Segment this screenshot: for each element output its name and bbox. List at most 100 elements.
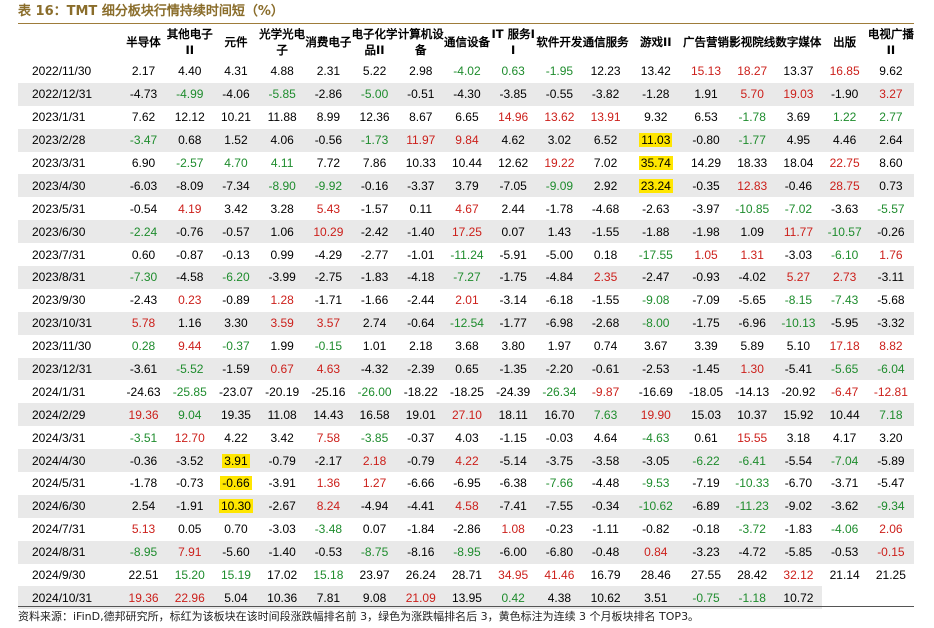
table-cell: 19.22: [544, 156, 575, 170]
table-cell: 1.99: [270, 339, 294, 354]
table-cell: 9.62: [879, 64, 903, 79]
table-cell: 10.29: [305, 220, 352, 244]
column-header: 影视院线: [729, 24, 776, 60]
table-cell: -5.60: [212, 540, 260, 564]
table-row: 2024/9/30 22.51 15.20 15.19 17.02 15.18 23.97 2…: [18, 564, 914, 587]
table-cell: 2.64: [867, 128, 914, 152]
table-cell: -3.75: [536, 449, 583, 473]
table-cell: 0.74: [593, 339, 618, 354]
table-cell: 0.05: [178, 522, 202, 537]
table-cell: -0.37: [407, 430, 435, 445]
table-cell: -4.02: [729, 266, 776, 289]
table-cell: -6.38: [499, 476, 527, 491]
table-cell: -3.82: [582, 82, 629, 106]
table-cell: -3.48: [314, 522, 343, 537]
table-cell: -18.25: [449, 384, 484, 399]
table-cell: 19.90: [628, 403, 683, 427]
table-cell: 2.74: [351, 311, 398, 335]
table-cell: 12.23: [590, 64, 621, 79]
table-row: 2024/8/31 -8.95 7.91 -5.60 -1.40 -0.53 -8.75 -8…: [18, 540, 914, 564]
table-cell: 7.58: [316, 430, 341, 445]
table-cell: -4.06: [830, 522, 859, 537]
table-cell: 4.22: [443, 449, 491, 473]
table-cell: -8.00: [628, 311, 683, 335]
table-row: 2023/3/31 6.90 -2.57 4.70 4.11 7.72 7.86 10.33 1…: [18, 152, 914, 175]
table-cell: -0.80: [682, 128, 730, 152]
table-cell: -2.57: [176, 156, 204, 170]
table-cell: 19.01: [397, 403, 444, 427]
table-cell: -0.35: [682, 174, 730, 198]
table-cell: -3.32: [867, 311, 914, 335]
table-cell: -0.66: [213, 472, 259, 495]
table-cell: -3.51: [129, 430, 158, 445]
table-cell: 28.71: [451, 568, 482, 583]
row-date: 2023/4/30: [18, 174, 121, 198]
table-row: 2024/6/30 2.54 -1.91 10.30 -2.67 8.24 -4.94 -4.…: [18, 494, 914, 518]
table-cell: -0.15: [867, 540, 914, 564]
row-date: 2023/1/31: [32, 110, 86, 125]
table-cell: -0.36: [120, 449, 167, 473]
table-cell: 1.31: [740, 247, 764, 262]
table-cell: 14.96: [498, 110, 529, 125]
table-cell: 4.63: [305, 357, 352, 381]
table-cell: -18.22: [403, 384, 438, 399]
row-date: 2024/4/30: [18, 449, 121, 473]
table-row: 2022/12/31 -4.73 -4.99 -4.06 -5.85 -2.86 -5.00…: [18, 82, 914, 106]
table-cell: -0.73: [176, 476, 204, 491]
table-cell: 6.65: [455, 110, 479, 125]
table-cell: -1.78: [129, 476, 158, 491]
table-cell: -2.20: [536, 357, 583, 381]
table-cell: 11.03: [628, 128, 683, 152]
table-cell: -25.85: [172, 384, 207, 399]
table-cell: -4.06: [212, 82, 260, 106]
table-cell: -6.22: [682, 449, 730, 473]
table-row: 2024/2/29 19.36 9.04 19.35 11.08 14.43 16.58 19…: [18, 403, 914, 427]
table-cell: 19.35: [212, 403, 260, 427]
table-cell: -1.40: [259, 540, 306, 564]
table-cell: 1.01: [362, 339, 387, 354]
table-cell: -4.72: [729, 540, 776, 564]
table-cell: -5.65: [821, 357, 868, 381]
table-cell: -4.48: [591, 476, 620, 491]
table-cell: -24.63: [126, 384, 161, 399]
table-cell: -9.09: [536, 174, 583, 198]
table-cell: -1.90: [821, 82, 868, 106]
table-cell: -7.05: [490, 174, 537, 198]
table-cell: -6.66: [407, 476, 435, 491]
table-cell: -5.52: [166, 357, 213, 381]
column-header: 消费电子: [305, 24, 352, 60]
table-cell: 22.75: [829, 156, 860, 170]
table-cell: -2.86: [453, 522, 481, 537]
table-cell: 4.22: [224, 430, 248, 445]
column-header: 游戏II: [628, 24, 683, 60]
table-cell: -1.35: [490, 357, 537, 381]
table-cell: -8.95: [120, 540, 167, 564]
table-cell: 35.74: [629, 152, 683, 175]
table-cell: -0.26: [867, 220, 914, 244]
highlight-badge: -0.66: [220, 476, 252, 491]
table-cell: 8.67: [409, 110, 433, 125]
table-cell: -26.00: [357, 384, 392, 399]
table-row: 2024/3/31 -3.51 12.70 4.22 3.42 7.58 -3.85 -0.3…: [18, 426, 914, 449]
table-cell: -3.47: [120, 128, 167, 152]
table-cell: 3.39: [694, 339, 718, 354]
table-cell: -2.53: [628, 357, 683, 381]
row-date: 2024/3/31: [32, 430, 86, 445]
table-cell: -2.43: [129, 293, 158, 308]
table-cell: -3.72: [738, 522, 766, 537]
table-cell: 7.72: [316, 156, 341, 170]
table-cell: 1.08: [501, 522, 525, 537]
table-cell: 18.27: [737, 64, 768, 79]
table-cell: -5.95: [821, 311, 868, 335]
table-cell: 7.91: [166, 540, 213, 564]
column-header: 元件: [212, 24, 260, 60]
table-cell: 3.42: [270, 430, 294, 445]
column-header: 电子化学品II: [351, 24, 398, 60]
table-cell: -6.47: [830, 384, 859, 399]
table-cell: 10.44: [451, 156, 482, 170]
table-cell: -0.03: [545, 430, 574, 445]
table-cell: 2.73: [821, 266, 868, 289]
table-cell: 1.30: [729, 357, 776, 381]
table-cell: -6.10: [830, 247, 859, 262]
table-cell: -0.13: [222, 247, 250, 262]
